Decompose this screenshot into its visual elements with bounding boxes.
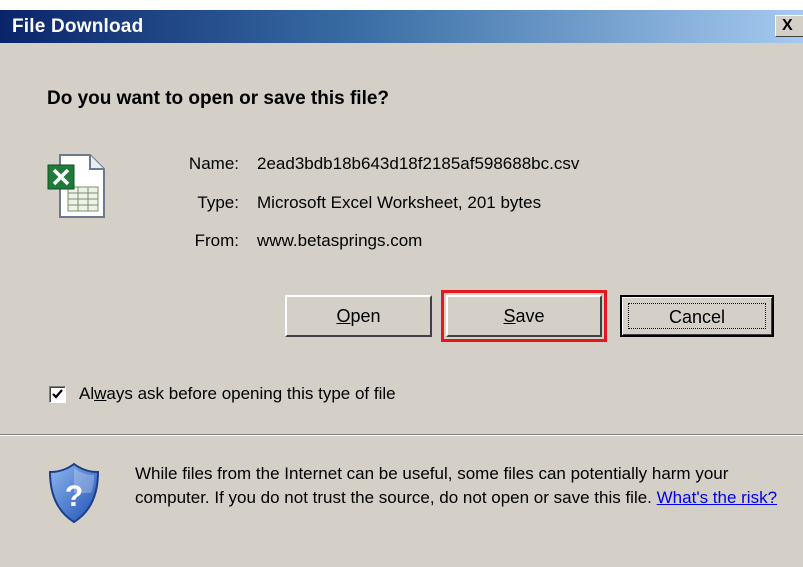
- warning-message: While files from the Internet can be use…: [135, 462, 785, 510]
- always-ask-label-end: ays ask before opening this type of file: [106, 384, 396, 403]
- warning-text: While files from the Internet can be use…: [135, 464, 729, 507]
- divider-highlight: [0, 435, 803, 436]
- whats-the-risk-link[interactable]: What's the risk?: [657, 488, 777, 507]
- type-value: Microsoft Excel Worksheet, 201 bytes: [257, 193, 542, 212]
- from-value: www.betasprings.com: [257, 231, 423, 250]
- title-bar[interactable]: File Download X: [0, 10, 803, 43]
- open-button-label: pen: [350, 306, 381, 326]
- always-ask-label[interactable]: Always ask before opening this type of f…: [79, 384, 396, 404]
- shield-question-icon: ?: [48, 462, 100, 524]
- cancel-button[interactable]: Cancel: [620, 295, 774, 337]
- save-button-label: ave: [515, 306, 545, 326]
- open-button[interactable]: Open: [285, 295, 432, 337]
- window-title: File Download: [12, 16, 144, 37]
- type-label: Type:: [197, 193, 239, 212]
- always-ask-label-start: Al: [79, 384, 95, 403]
- svg-text:?: ?: [65, 480, 83, 513]
- dialog-question: Do you want to open or save this file?: [47, 88, 390, 109]
- from-label: From:: [194, 231, 239, 250]
- name-value: 2ead3bdb18b643d18f2185af598688bc.csv: [257, 154, 580, 173]
- always-ask-label-mnemonic: w: [94, 384, 107, 403]
- file-download-dialog: File Download X Do you want to open or s…: [0, 10, 803, 567]
- always-ask-checkbox[interactable]: [49, 386, 66, 403]
- open-button-mnemonic: O: [336, 306, 351, 326]
- cancel-focus-ring: Cancel: [628, 303, 766, 329]
- save-button[interactable]: Save: [446, 295, 602, 337]
- cancel-button-label: Cancel: [668, 307, 726, 327]
- excel-file-icon: [47, 154, 105, 218]
- checkmark-icon: [52, 389, 63, 399]
- save-button-mnemonic: S: [503, 306, 516, 326]
- name-label: Name:: [188, 154, 239, 173]
- close-button[interactable]: X: [775, 15, 803, 37]
